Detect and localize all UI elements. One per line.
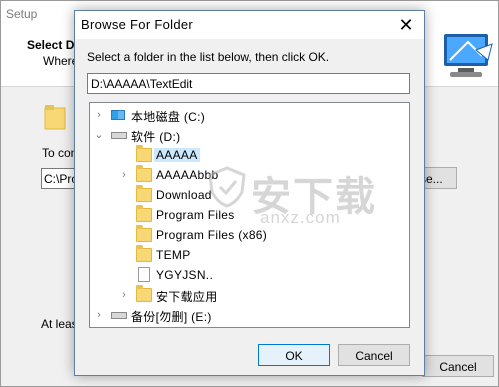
ok-button[interactable]: OK bbox=[258, 344, 330, 366]
tree-item-label: TEMP bbox=[156, 248, 191, 262]
setup-heading: Select D bbox=[27, 38, 75, 52]
tree-item-anxz-apps[interactable]: › 安下载应用 bbox=[90, 285, 409, 305]
tree-item-aaaaabbb[interactable]: › AAAAAbbb bbox=[90, 165, 409, 185]
tree-item-program-files-x86[interactable]: Program Files (x86) bbox=[90, 225, 409, 245]
tree-item-drive-d[interactable]: ⌄ 软件 (D:) bbox=[90, 125, 409, 145]
tree-item-aaaaa[interactable]: AAAAA bbox=[90, 145, 409, 165]
expand-chevron-icon[interactable]: › bbox=[93, 305, 105, 325]
tree-item-label: 安下载应用 bbox=[156, 290, 218, 304]
folder-icon bbox=[136, 285, 152, 302]
setup-instruction-text: To con bbox=[42, 146, 78, 160]
tree-item-drive-c[interactable]: › 本地磁盘 (C:) bbox=[90, 105, 409, 125]
file-icon bbox=[138, 267, 150, 282]
folder-icon bbox=[136, 185, 152, 202]
tree-item-label: Download bbox=[156, 188, 212, 202]
tree-item-label: AAAAA bbox=[154, 148, 200, 162]
folder-icon bbox=[136, 205, 152, 222]
tree-item-program-files[interactable]: Program Files bbox=[90, 205, 409, 225]
tree-item-temp[interactable]: TEMP bbox=[90, 245, 409, 265]
folder-icon bbox=[136, 145, 152, 162]
setup-cancel-button[interactable]: Cancel bbox=[422, 355, 494, 377]
windows-drive-icon bbox=[111, 110, 125, 120]
folder-icon bbox=[136, 165, 152, 182]
expand-chevron-icon[interactable]: › bbox=[93, 105, 105, 125]
folder-icon bbox=[136, 225, 152, 242]
dialog-title: Browse For Folder bbox=[81, 17, 194, 32]
dialog-titlebar[interactable]: Browse For Folder ✕ bbox=[75, 11, 424, 39]
expand-chevron-icon[interactable]: › bbox=[118, 285, 130, 305]
tree-item-download[interactable]: Download bbox=[90, 185, 409, 205]
drive-icon bbox=[111, 312, 127, 319]
folder-tree[interactable]: › 本地磁盘 (C:) ⌄ 软件 (D:) AAAAA › AAAAAbbb D… bbox=[89, 102, 410, 328]
dialog-instruction: Select a folder in the list below, then … bbox=[87, 50, 330, 64]
tree-item-label: AAAAAbbb bbox=[156, 168, 219, 182]
setup-folder-icon bbox=[44, 105, 66, 130]
browse-folder-dialog: Browse For Folder ✕ Select a folder in t… bbox=[74, 10, 425, 376]
tree-item-label: Program Files bbox=[156, 208, 235, 222]
tree-item-label: 软件 (D:) bbox=[131, 130, 181, 144]
cancel-button[interactable]: Cancel bbox=[338, 344, 410, 366]
setup-logo-icon bbox=[444, 34, 493, 77]
folder-icon bbox=[136, 245, 152, 262]
tree-item-label: YGYJSN.. bbox=[156, 268, 214, 282]
tree-item-label: 备份[勿删] (E:) bbox=[131, 310, 212, 324]
setup-title: Setup bbox=[6, 7, 38, 21]
close-icon[interactable]: ✕ bbox=[393, 14, 419, 36]
expand-chevron-icon[interactable]: › bbox=[118, 165, 130, 185]
tree-item-drive-e[interactable]: › 备份[勿删] (E:) bbox=[90, 305, 409, 325]
tree-item-label: Program Files (x86) bbox=[156, 228, 268, 242]
collapse-chevron-icon[interactable]: ⌄ bbox=[93, 125, 105, 145]
drive-icon bbox=[111, 132, 127, 139]
tree-item-label: 本地磁盘 (C:) bbox=[131, 110, 206, 124]
folder-path-field[interactable]: D:\AAAAA\TextEdit bbox=[87, 73, 410, 94]
tree-item-ygyjsn[interactable]: YGYJSN.. bbox=[90, 265, 409, 285]
